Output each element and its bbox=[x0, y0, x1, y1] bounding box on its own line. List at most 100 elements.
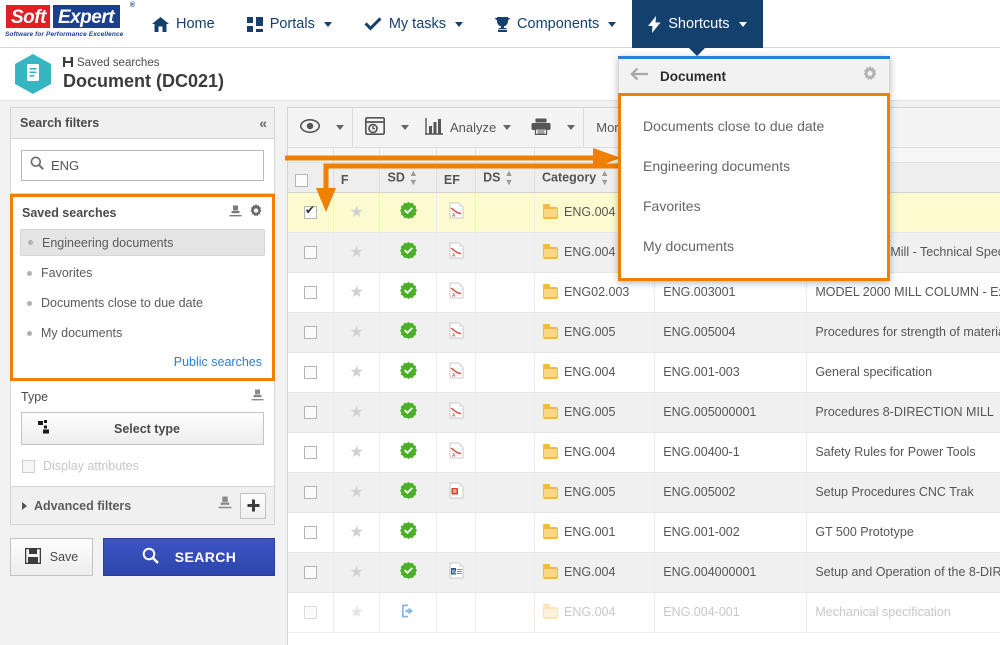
row-checkbox-cell[interactable] bbox=[288, 272, 334, 313]
sort-icon[interactable]: ▲ ▼ bbox=[409, 168, 418, 187]
select-type-button[interactable]: Select type bbox=[21, 412, 264, 445]
saved-search-label: Engineering documents bbox=[42, 235, 174, 250]
table-row[interactable]: ★ W ENG.004 ENG.004000001 Setup and Oper… bbox=[288, 552, 1000, 593]
table-row[interactable]: ★ A ENG.005 ENG.005000001 Procedures 8-D… bbox=[288, 392, 1000, 433]
table-row[interactable]: ★ ENG.001 ENG.001-002 GT 500 Prototype bbox=[288, 512, 1000, 553]
column-header-ef[interactable]: EF bbox=[436, 162, 477, 193]
row-checkbox[interactable] bbox=[303, 326, 317, 340]
advanced-filters-toggle[interactable]: Advanced filters bbox=[22, 499, 210, 513]
row-favorite-cell[interactable]: ★ bbox=[333, 432, 381, 473]
row-favorite-cell[interactable]: ★ bbox=[333, 592, 381, 633]
table-row[interactable]: ★ A ENG.004 ENG.00400-1 Safety Rules for… bbox=[288, 432, 1000, 473]
dropdown-item-engineering-documents[interactable]: Engineering documents bbox=[621, 146, 887, 186]
analyze-button[interactable]: Analyze bbox=[415, 108, 521, 148]
clear-filter-icon[interactable] bbox=[251, 389, 264, 405]
gear-icon[interactable] bbox=[862, 65, 878, 87]
column-header-select-all[interactable] bbox=[288, 162, 334, 193]
sort-icon[interactable]: ▲ ▼ bbox=[505, 168, 514, 187]
search-button[interactable]: SEARCH bbox=[103, 538, 275, 576]
table-row[interactable]: ★ A ENG.004 ENG.001-003 General specific… bbox=[288, 352, 1000, 393]
row-checkbox[interactable] bbox=[303, 203, 317, 220]
star-icon[interactable]: ★ bbox=[350, 524, 364, 541]
dropdown-item-favorites[interactable]: Favorites bbox=[621, 186, 887, 226]
row-checkbox-cell[interactable] bbox=[288, 512, 334, 553]
column-header-sd[interactable]: SD ▲ ▼ bbox=[379, 162, 437, 193]
row-favorite-cell[interactable]: ★ bbox=[333, 392, 381, 433]
public-searches-link[interactable]: Public searches bbox=[13, 353, 272, 378]
dropdown-item-my-documents[interactable]: My documents bbox=[621, 226, 887, 266]
nav-item-shortcuts[interactable]: Shortcuts bbox=[632, 0, 763, 48]
star-icon[interactable]: ★ bbox=[350, 604, 364, 621]
save-button[interactable]: Save bbox=[10, 538, 93, 576]
nav-item-home[interactable]: Home bbox=[136, 0, 231, 48]
table-row[interactable]: ★ A ENG.005 ENG.005004 Procedures for st… bbox=[288, 312, 1000, 353]
history-dropdown-toggle[interactable] bbox=[395, 108, 415, 148]
dropdown-item-documents-close-to-due-date[interactable]: Documents close to due date bbox=[621, 106, 887, 146]
row-checkbox[interactable] bbox=[303, 366, 317, 380]
star-icon[interactable]: ★ bbox=[350, 204, 364, 221]
row-checkbox-cell[interactable] bbox=[288, 232, 334, 273]
saved-search-item-engineering-documents[interactable]: Engineering documents bbox=[20, 229, 265, 256]
arrow-left-icon[interactable] bbox=[630, 67, 649, 86]
row-checkbox[interactable] bbox=[303, 566, 317, 580]
row-favorite-cell[interactable]: ★ bbox=[333, 232, 381, 273]
row-favorite-cell[interactable]: ★ bbox=[333, 192, 381, 233]
saved-search-item-favorites[interactable]: Favorites bbox=[20, 260, 265, 286]
row-checkbox-cell[interactable] bbox=[288, 192, 334, 233]
row-checkbox[interactable] bbox=[303, 446, 317, 460]
row-favorite-cell[interactable]: ★ bbox=[333, 512, 381, 553]
row-checkbox-cell[interactable] bbox=[288, 312, 334, 353]
clear-filter-icon[interactable] bbox=[229, 205, 242, 221]
star-icon[interactable]: ★ bbox=[350, 364, 364, 381]
row-checkbox[interactable] bbox=[303, 486, 317, 500]
star-icon[interactable]: ★ bbox=[350, 444, 364, 461]
row-checkbox[interactable] bbox=[303, 606, 317, 620]
view-dropdown-toggle[interactable] bbox=[330, 108, 350, 148]
display-attributes-checkbox[interactable] bbox=[22, 459, 35, 473]
row-checkbox[interactable] bbox=[303, 246, 317, 260]
column-header-f[interactable]: F bbox=[333, 162, 381, 193]
star-icon[interactable]: ★ bbox=[350, 324, 364, 341]
saved-search-item-documents-close-to-due-date[interactable]: Documents close to due date bbox=[20, 290, 265, 316]
clear-filter-icon[interactable] bbox=[218, 496, 232, 515]
row-favorite-cell[interactable]: ★ bbox=[333, 472, 381, 513]
search-input[interactable]: ENG bbox=[21, 150, 264, 181]
star-icon[interactable]: ★ bbox=[350, 284, 364, 301]
row-favorite-cell[interactable]: ★ bbox=[333, 552, 381, 593]
row-checkbox[interactable] bbox=[303, 286, 317, 300]
view-button[interactable] bbox=[290, 108, 330, 148]
gear-icon[interactable] bbox=[249, 204, 263, 221]
row-favorite-cell[interactable]: ★ bbox=[333, 312, 381, 353]
print-dropdown-toggle[interactable] bbox=[561, 108, 581, 148]
row-checkbox-cell[interactable] bbox=[288, 352, 334, 393]
row-checkbox-cell[interactable] bbox=[288, 432, 334, 473]
column-header-ds[interactable]: DS ▲ ▼ bbox=[475, 162, 536, 193]
nav-item-my-tasks[interactable]: My tasks bbox=[348, 0, 479, 48]
history-button[interactable] bbox=[355, 108, 395, 148]
select-all-checkbox[interactable] bbox=[295, 173, 308, 187]
print-button[interactable] bbox=[521, 108, 561, 148]
row-checkbox-cell[interactable] bbox=[288, 592, 334, 633]
add-advanced-filter-button[interactable] bbox=[240, 492, 266, 519]
nav-item-portals[interactable]: Portals bbox=[231, 0, 348, 48]
star-icon[interactable]: ★ bbox=[350, 404, 364, 421]
row-checkbox[interactable] bbox=[303, 406, 317, 420]
saved-search-item-my-documents[interactable]: My documents bbox=[20, 320, 265, 346]
star-icon[interactable]: ★ bbox=[350, 484, 364, 501]
row-checkbox-cell[interactable] bbox=[288, 552, 334, 593]
star-icon[interactable]: ★ bbox=[350, 244, 364, 261]
row-favorite-cell[interactable]: ★ bbox=[333, 352, 381, 393]
table-row[interactable]: ★ ENG.004 ENG.004-001 Mechanical specifi… bbox=[288, 592, 1000, 633]
star-icon[interactable]: ★ bbox=[350, 564, 364, 581]
display-attributes-option[interactable]: Display attributes bbox=[11, 445, 274, 486]
sort-icon[interactable]: ▲ ▼ bbox=[600, 168, 609, 187]
nav-item-components[interactable]: Components bbox=[479, 0, 632, 48]
row-checkbox[interactable] bbox=[303, 526, 317, 540]
row-checkbox-cell[interactable] bbox=[288, 392, 334, 433]
table-row[interactable]: ★ ENG.005 ENG.005002 Setup Procedures CN… bbox=[288, 472, 1000, 513]
row-favorite-cell[interactable]: ★ bbox=[333, 272, 381, 313]
row-checkbox-cell[interactable] bbox=[288, 472, 334, 513]
chevron-double-left-icon[interactable]: « bbox=[259, 115, 267, 131]
softexpert-logo[interactable]: Soft Expert ® Software for Performance E… bbox=[0, 0, 136, 48]
column-label-ef: EF bbox=[443, 172, 460, 187]
